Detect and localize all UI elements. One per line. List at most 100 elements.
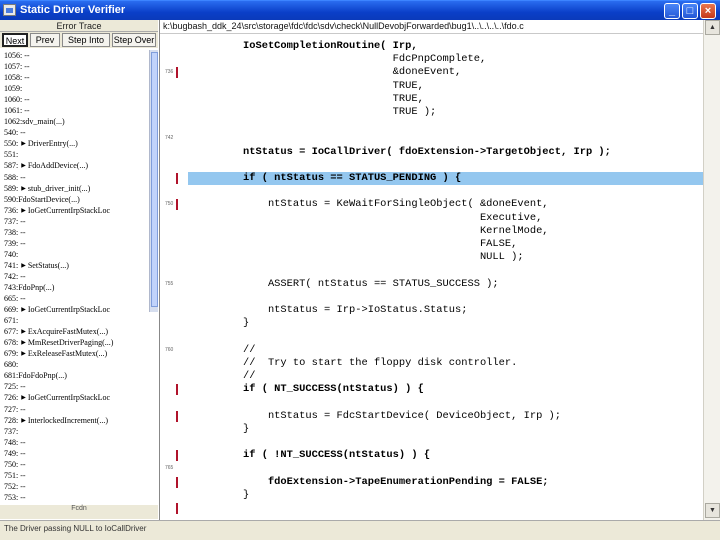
trace-item[interactable]: 551: [0,149,149,160]
expand-triangle-icon[interactable]: ▶ [21,393,26,403]
code-line[interactable]: ntStatus = Irp->IoStatus.Status; [188,304,703,317]
expand-triangle-icon[interactable]: ▶ [21,416,26,426]
code-line[interactable]: // [188,370,703,383]
trace-item[interactable]: 727: -- [0,404,149,415]
code-line[interactable]: if ( NT_SUCCESS(ntStatus) ) { [188,383,703,396]
trace-item[interactable]: 749: -- [0,448,149,459]
trace-item[interactable]: 740: [0,249,149,260]
trace-item[interactable]: 752: -- [0,481,149,492]
code-line[interactable]: ntStatus = KeWaitForSingleObject( &doneE… [188,198,703,211]
expand-triangle-icon[interactable]: ▶ [21,305,26,315]
trace-item[interactable]: 748: -- [0,437,149,448]
trace-item[interactable]: 736: ▶ IoGetCurrentIrpStackLoc [0,205,149,216]
code-line[interactable]: TRUE, [188,93,703,106]
code-line[interactable] [188,462,703,475]
code-line[interactable]: KernelMode, [188,225,703,238]
code-line[interactable] [188,132,703,145]
current-code-line[interactable]: if ( ntStatus == STATUS_PENDING ) { [188,172,703,186]
code-line[interactable]: if ( !NT_SUCCESS(ntStatus) ) { [188,449,703,462]
next-button[interactable]: Next [2,33,28,47]
code-line[interactable]: &doneEvent, [188,66,703,79]
code-line[interactable]: ASSERT( ntStatus == STATUS_SUCCESS ); [188,278,703,291]
code-line[interactable]: NULL ); [188,251,703,264]
code-line[interactable]: Executive, [188,212,703,225]
trace-item[interactable]: 741: ▶ SetStatus(...) [0,260,149,271]
step-over-button[interactable]: Step Over [112,33,156,47]
source-editor[interactable]: 736 742 750 755 760 765 IoSetCompletionRoutin… [160,34,703,520]
code-line[interactable]: ntStatus = FdcStartDevice( DeviceObject,… [188,410,703,423]
code-line[interactable]: } [188,489,703,502]
trace-item[interactable]: 739: -- [0,238,149,249]
code-line[interactable] [188,502,703,515]
trace-list[interactable]: 1056: -- 1057: -- 1058: -- 1059: 1060: -- 106… [0,50,149,505]
trace-item[interactable]: 726: ▶ IoGetCurrentIrpStackLoc [0,392,149,403]
trace-item[interactable]: 737: [0,426,149,437]
code-line[interactable] [188,185,703,198]
code-line[interactable]: TRUE ); [188,106,703,119]
code-line[interactable]: } [188,317,703,330]
trace-item[interactable]: 679: ▶ ExReleaseFastMutex(...) [0,348,149,359]
trace-item[interactable]: 1059: [0,83,149,94]
code-line[interactable]: ntStatus = IoCallDriver( fdoExtension->T… [188,146,703,159]
prev-button[interactable]: Prev [30,33,60,47]
trace-item[interactable]: 737: -- [0,216,149,227]
close-button[interactable]: × [700,3,716,19]
trace-item[interactable]: 540: -- [0,127,149,138]
trace-item[interactable]: 587: ▶ FdoAddDevice(...) [0,160,149,171]
trace-item[interactable]: 550: ▶ DriverEntry(...) [0,138,149,149]
trace-item[interactable]: 671: [0,315,149,326]
trace-item[interactable]: 725: -- [0,381,149,392]
trace-item[interactable]: 751: -- [0,470,149,481]
expand-triangle-icon[interactable]: ▶ [21,327,26,337]
code-line[interactable]: FdcPnpComplete, [188,53,703,66]
editor-scrollbar[interactable]: ▲ ▼ [703,20,720,520]
trace-item[interactable]: 677: ▶ ExAcquireFastMutex(...) [0,326,149,337]
code-line[interactable]: } [188,423,703,436]
code-line[interactable]: FALSE, [188,238,703,251]
code-line[interactable] [188,264,703,277]
expand-triangle-icon[interactable]: ▶ [21,206,26,216]
code-line[interactable]: // [188,344,703,357]
code-line[interactable] [188,119,703,132]
trace-item[interactable]: 1060: -- [0,94,149,105]
trace-item[interactable]: 1056: -- [0,50,149,61]
trace-item[interactable]: 738: -- [0,227,149,238]
expand-triangle-icon[interactable]: ▶ [21,349,26,359]
trace-item[interactable]: 743:FdoPnp(...) [0,282,149,293]
trace-item[interactable]: 742: -- [0,271,149,282]
trace-item[interactable]: 590:FdoStartDevice(...) [0,194,149,205]
trace-item[interactable]: 1058: -- [0,72,149,83]
expand-triangle-icon[interactable]: ▶ [21,161,26,171]
code-line[interactable]: IoSetCompletionRoutine( Irp, [188,40,703,53]
maximize-button[interactable]: □ [682,3,698,19]
trace-item[interactable]: 588: -- [0,172,149,183]
trace-item[interactable]: 753: -- [0,492,149,503]
code-line[interactable] [188,396,703,409]
expand-triangle-icon[interactable]: ▶ [21,338,26,348]
trace-item[interactable]: 1057: -- [0,61,149,72]
code-line[interactable]: TRUE, [188,80,703,93]
code-line[interactable] [188,291,703,304]
trace-item[interactable]: 728: ▶ InterlockedIncrement(...) [0,415,149,426]
expand-triangle-icon[interactable]: ▶ [21,261,26,271]
trace-item[interactable]: 681:FdoFdoPnp(...) [0,370,149,381]
code-line[interactable] [188,330,703,343]
trace-scroll-thumb[interactable] [151,52,158,307]
trace-item[interactable]: 1062:sdv_main(...) [0,116,149,127]
step-into-button[interactable]: Step Into [62,33,110,47]
trace-item[interactable]: 589: ▶ stub_driver_init(...) [0,183,149,194]
trace-item[interactable]: 750: -- [0,459,149,470]
code-line[interactable] [188,436,703,449]
trace-item[interactable]: 1061: -- [0,105,149,116]
expand-triangle-icon[interactable]: ▶ [21,184,26,194]
scroll-up-arrow-icon[interactable]: ▲ [705,20,720,35]
trace-scrollbar[interactable] [149,50,158,312]
trace-item[interactable]: 678: ▶ MmResetDriverPaging(...) [0,337,149,348]
minimize-button[interactable]: _ [664,3,680,19]
code-line[interactable]: // Try to start the floppy disk controll… [188,357,703,370]
trace-item[interactable]: 680: [0,359,149,370]
trace-item[interactable]: 665: -- [0,293,149,304]
expand-triangle-icon[interactable]: ▶ [21,139,26,149]
trace-item[interactable]: 669: ▶ IoGetCurrentIrpStackLoc [0,304,149,315]
code-line[interactable] [188,159,703,172]
